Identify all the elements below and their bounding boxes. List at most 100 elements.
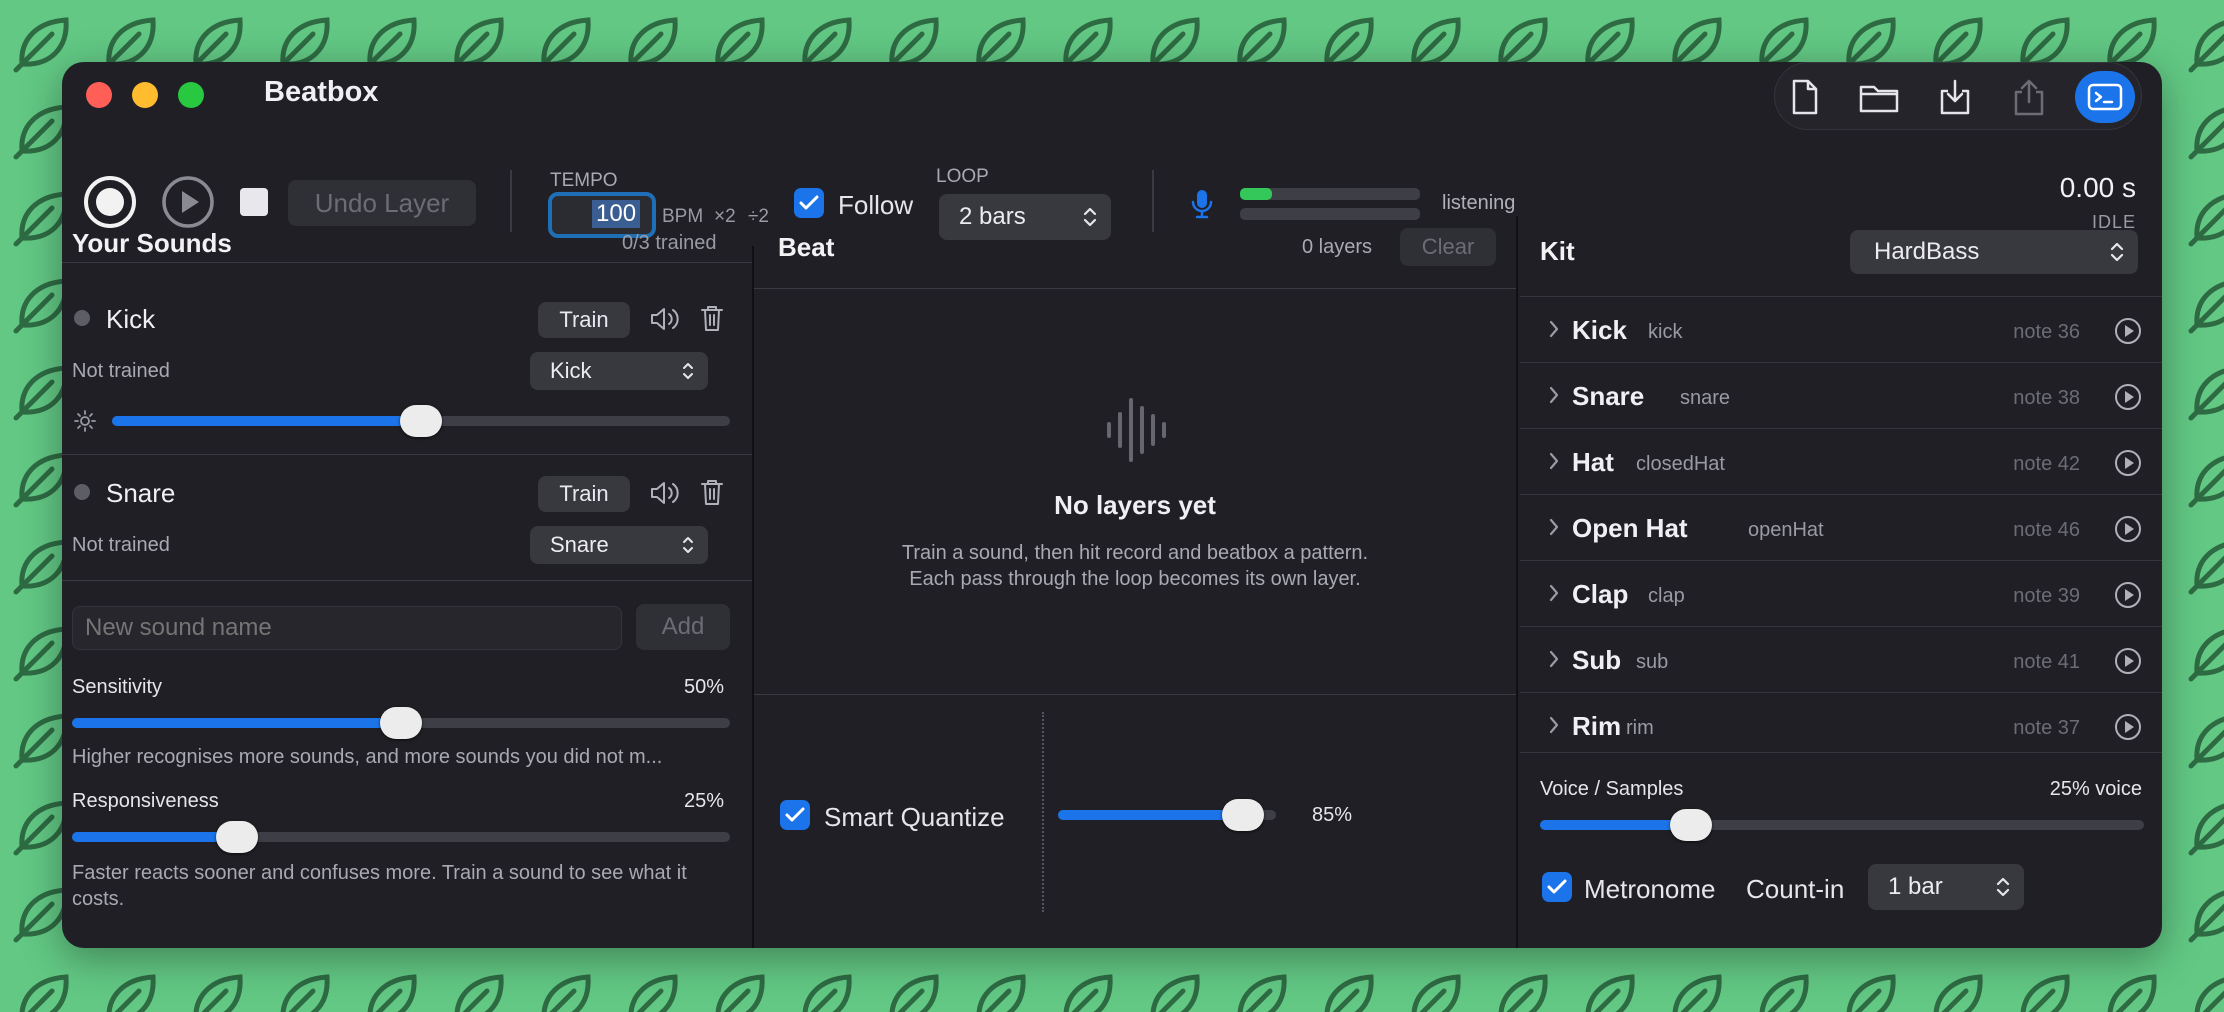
kit-name: Kick [1572, 315, 1627, 345]
sounds-header: Your Sounds [72, 228, 232, 258]
minimize-window-button[interactable] [132, 82, 158, 108]
new-sound-input[interactable] [72, 606, 622, 650]
play-circle-icon[interactable] [2114, 515, 2142, 543]
kick-mapping-select[interactable]: Kick [530, 352, 708, 390]
empty-state-title: No layers yet [1054, 490, 1216, 520]
share-button[interactable] [2003, 71, 2055, 123]
empty-state-line-1: Train a sound, then hit record and beatb… [901, 542, 1369, 564]
count-in-select[interactable]: 1 bar [1868, 864, 2024, 910]
undo-layer-button[interactable]: Undo Layer [288, 180, 476, 226]
sensitivity-slider[interactable] [72, 707, 730, 739]
kit-note: note 38 [2013, 387, 2080, 409]
quantize-strength-slider[interactable] [1058, 799, 1276, 831]
chevron-updown-icon [2110, 242, 2124, 262]
app-window: Beatbox Undo Layer TEMPO 100 BPM ×2 ÷2 F… [62, 62, 2162, 948]
mic-level-fill [1240, 188, 1273, 200]
chevron-right-icon [1549, 320, 1559, 338]
follow-label: Follow [838, 190, 914, 220]
play-circle-icon[interactable] [2114, 647, 2142, 675]
mic-level-meter [1240, 188, 1420, 200]
kit-row-snare[interactable]: Snare snare note 38 [1520, 362, 2162, 428]
speaker-icon [651, 482, 679, 504]
kick-mapping-value: Kick [550, 358, 592, 383]
responsiveness-label: Responsiveness [72, 790, 219, 812]
kick-status-dot [74, 310, 90, 326]
sensitivity-knob[interactable] [380, 707, 422, 739]
voice-samples-knob[interactable] [1670, 809, 1712, 841]
metronome-checkbox[interactable] [1542, 872, 1572, 902]
smart-quantize-checkbox[interactable] [780, 800, 810, 830]
play-circle-icon[interactable] [2114, 317, 2142, 345]
chevron-right-icon [1549, 452, 1559, 470]
chevron-right-icon [1549, 386, 1559, 404]
kit-row-hat[interactable]: Hat closedHat note 42 [1520, 428, 2162, 494]
trash-icon [701, 480, 723, 505]
preview-snare-button[interactable] [650, 480, 680, 511]
play-circle-icon[interactable] [2114, 713, 2142, 741]
snare-mapping-select[interactable]: Snare [530, 526, 708, 564]
folder-icon [1859, 85, 1899, 113]
responsiveness-help: Faster reacts sooner and confuses more. … [72, 862, 687, 910]
chevron-updown-icon [1083, 207, 1097, 227]
loop-select[interactable]: 2 bars [939, 194, 1111, 240]
kit-note: note 42 [2013, 453, 2080, 475]
empty-state-line-2: Each pass through the loop becomes its o… [909, 568, 1361, 590]
tempo-double-button[interactable]: ×2 [714, 206, 736, 228]
kit-row-open-hat[interactable]: Open Hat openHat note 46 [1520, 494, 2162, 560]
close-window-button[interactable] [86, 82, 112, 108]
new-file-button[interactable] [1779, 71, 1831, 123]
kit-type: sub [1636, 651, 1669, 673]
tempo-label: TEMPO [550, 170, 618, 191]
count-in-label: Count-in [1746, 874, 1845, 904]
voice-samples-slider[interactable] [1540, 809, 2144, 841]
tempo-half-button[interactable]: ÷2 [748, 206, 769, 228]
sensitivity-label: Sensitivity [72, 676, 163, 698]
kit-row-sub[interactable]: Sub sub note 41 [1520, 626, 2162, 692]
record-icon [84, 176, 136, 228]
delete-snare-button[interactable] [700, 478, 724, 511]
kick-threshold-slider[interactable] [112, 405, 730, 437]
terminal-icon [2087, 83, 2123, 111]
waveform-icon [1104, 394, 1170, 471]
quantize-strength-knob[interactable] [1222, 799, 1265, 831]
zoom-window-button[interactable] [178, 82, 204, 108]
clear-layers-button[interactable]: Clear [1400, 228, 1496, 266]
responsiveness-knob[interactable] [215, 821, 258, 853]
divider [1152, 170, 1154, 232]
kit-row-clap[interactable]: Clap clap note 39 [1520, 560, 2162, 626]
tray-download-icon [1940, 79, 1970, 115]
divider [62, 454, 752, 455]
checkmark-icon [1547, 879, 1567, 894]
play-circle-icon[interactable] [2114, 449, 2142, 477]
train-kick-button[interactable]: Train [538, 302, 630, 338]
delete-kick-button[interactable] [700, 304, 724, 337]
quantize-strength-value: 85% [1312, 804, 1353, 826]
train-snare-button[interactable]: Train [538, 476, 630, 512]
play-circle-icon[interactable] [2114, 581, 2142, 609]
responsiveness-value: 25% [684, 790, 725, 812]
layer-count: 0 layers [1302, 236, 1373, 258]
sensitivity-fill [72, 718, 401, 728]
chevron-right-icon [1549, 716, 1559, 734]
console-button[interactable] [2075, 71, 2135, 123]
kit-row-kick[interactable]: Kick kick note 36 [1520, 296, 2162, 362]
follow-checkbox[interactable] [794, 188, 824, 218]
kit-row-rim[interactable]: Rim rim note 37 [1520, 692, 2162, 758]
play-button[interactable] [160, 174, 216, 230]
chevron-right-icon [1549, 518, 1559, 536]
tempo-value: 100 [592, 200, 641, 228]
kick-threshold-knob[interactable] [400, 405, 442, 437]
add-sound-button[interactable]: Add [636, 604, 730, 650]
speaker-icon [651, 308, 679, 330]
record-button[interactable] [82, 174, 138, 230]
sensitivity-help: Higher recognises more sounds, and more … [72, 746, 663, 768]
open-folder-button[interactable] [1853, 71, 1905, 123]
import-button[interactable] [1929, 71, 1981, 123]
bpm-unit: BPM [662, 206, 704, 227]
play-circle-icon[interactable] [2114, 383, 2142, 411]
kit-preset-select[interactable]: HardBass [1850, 230, 2138, 274]
responsiveness-slider[interactable] [72, 821, 730, 853]
mic-button[interactable] [1190, 188, 1214, 225]
stop-button[interactable] [240, 188, 268, 216]
preview-kick-button[interactable] [650, 306, 680, 337]
